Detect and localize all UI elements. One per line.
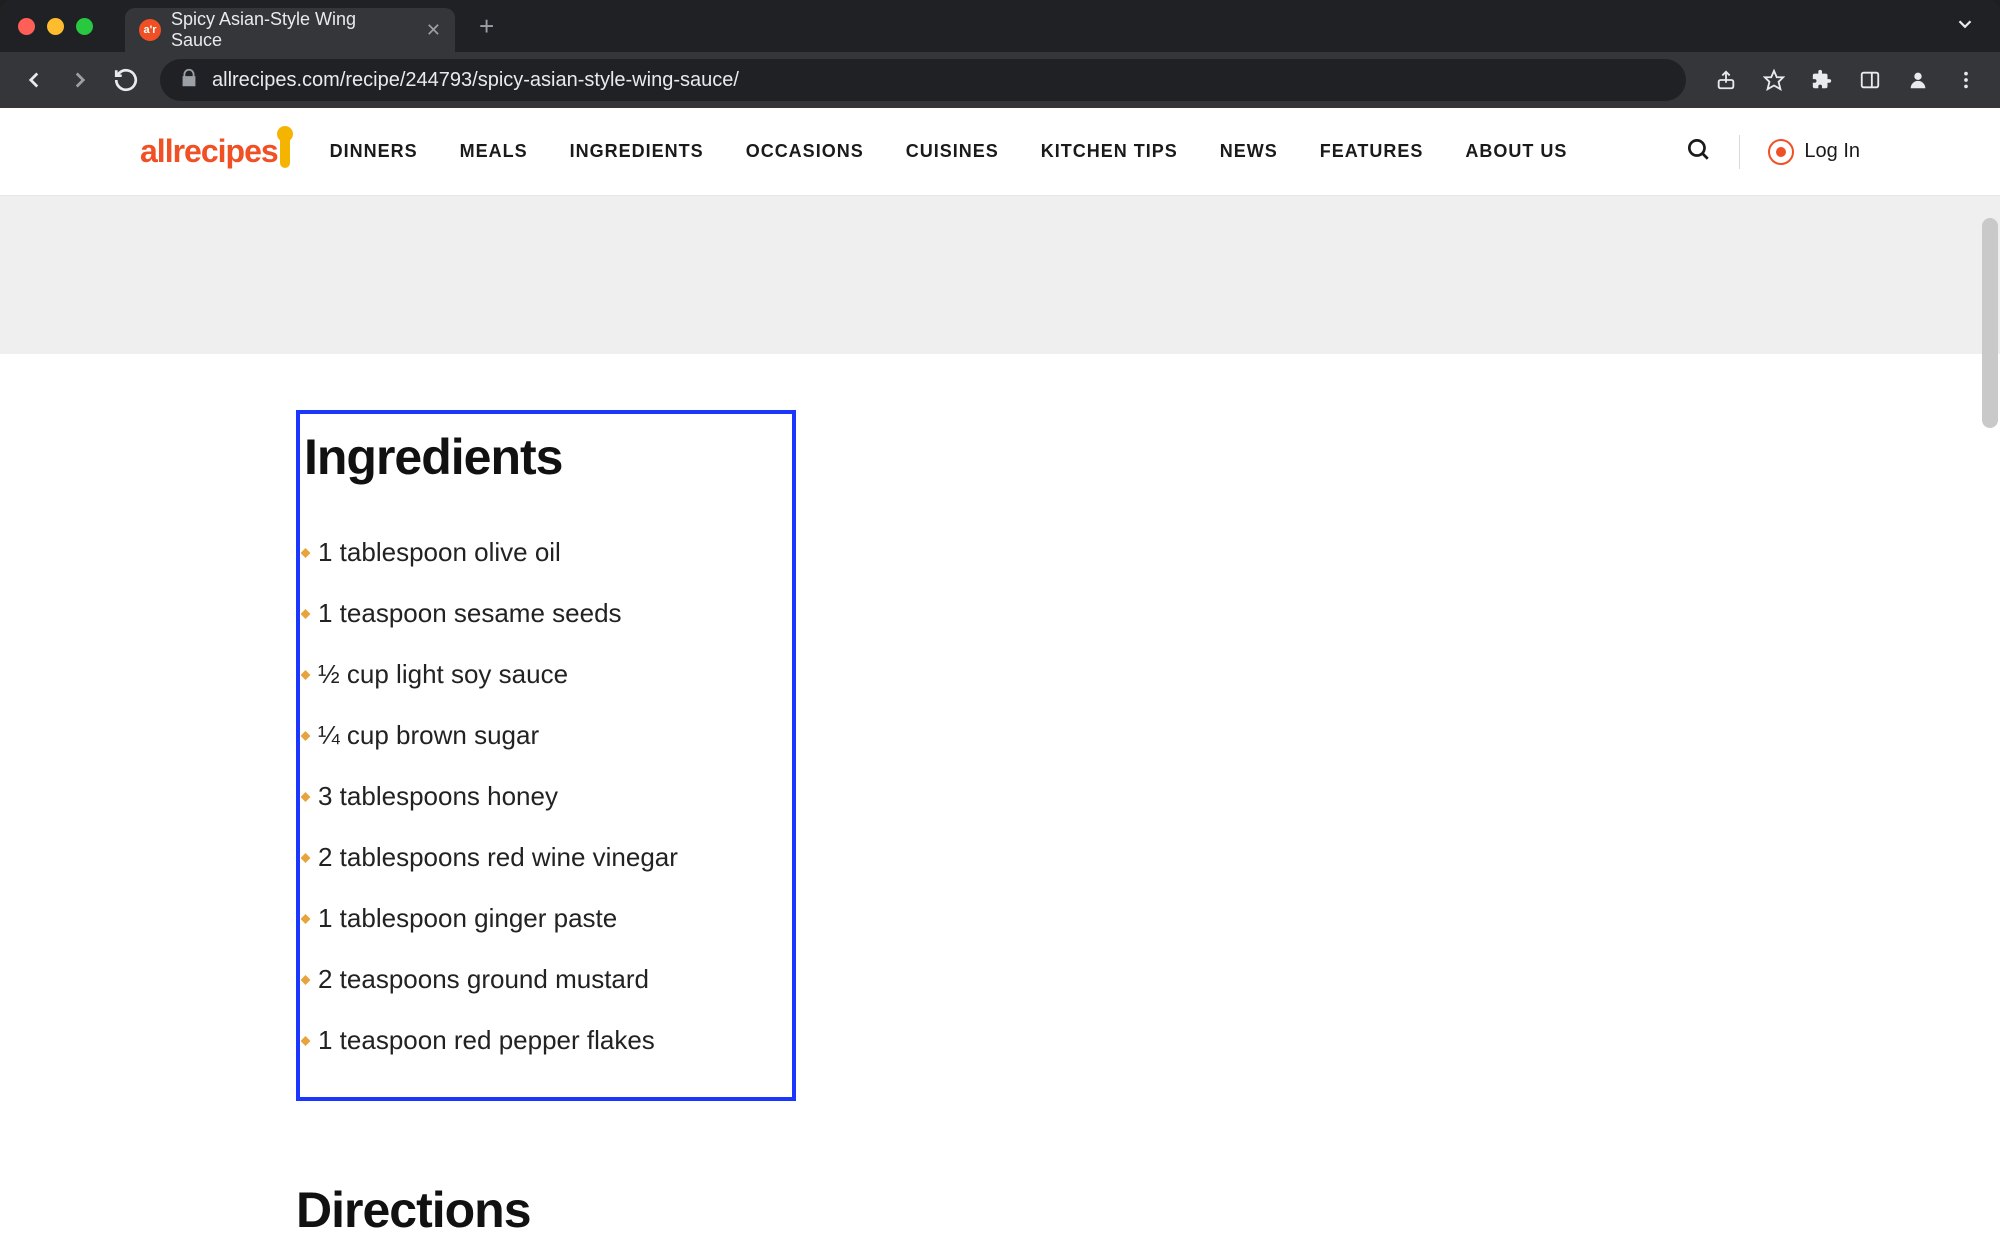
ingredients-list: 1 tablespoon olive oil 1 teaspoon sesame… — [300, 522, 792, 1071]
scrollbar-thumb[interactable] — [1982, 218, 1998, 428]
ingredients-highlight-box: Ingredients 1 tablespoon olive oil 1 tea… — [296, 410, 796, 1101]
list-item: 2 tablespoons red wine vinegar — [300, 827, 792, 888]
list-item: 1 teaspoon sesame seeds — [300, 583, 792, 644]
list-item: ½ cup light soy sauce — [300, 644, 792, 705]
list-item: ¼ cup brown sugar — [300, 705, 792, 766]
browser-chrome: a'r Spicy Asian-Style Wing Sauce ✕ + all… — [0, 0, 2000, 108]
list-item: 1 tablespoon ginger paste — [300, 888, 792, 949]
nav-news[interactable]: NEWS — [1220, 141, 1278, 162]
main-nav: DINNERS MEALS INGREDIENTS OCCASIONS CUIS… — [330, 141, 1646, 162]
page-viewport: allrecipes DINNERS MEALS INGREDIENTS OCC… — [0, 108, 2000, 1250]
window-fullscreen-button[interactable] — [76, 18, 93, 35]
nav-meals[interactable]: MEALS — [460, 141, 528, 162]
directions-heading: Directions — [296, 1181, 2000, 1239]
list-item: 1 teaspoon red pepper flakes — [300, 1010, 792, 1071]
nav-features[interactable]: FEATURES — [1320, 141, 1424, 162]
address-bar[interactable]: allrecipes.com/recipe/244793/spicy-asian… — [160, 59, 1686, 101]
reload-button[interactable] — [106, 60, 146, 100]
separator — [1739, 135, 1740, 169]
tab-close-button[interactable]: ✕ — [426, 20, 441, 41]
site-logo[interactable]: allrecipes — [140, 133, 290, 170]
toolbar-right-icons — [1706, 60, 1986, 100]
extensions-icon[interactable] — [1802, 60, 1842, 100]
list-item: 2 teaspoons ground mustard — [300, 949, 792, 1010]
tab-strip: a'r Spicy Asian-Style Wing Sauce ✕ + — [0, 0, 2000, 52]
bookmark-star-icon[interactable] — [1754, 60, 1794, 100]
browser-toolbar: allrecipes.com/recipe/244793/spicy-asian… — [0, 52, 2000, 108]
search-icon[interactable] — [1685, 136, 1711, 167]
share-icon[interactable] — [1706, 60, 1746, 100]
lock-icon — [178, 67, 200, 94]
window-close-button[interactable] — [18, 18, 35, 35]
favicon-icon: a'r — [139, 19, 161, 41]
recipe-content: Ingredients 1 tablespoon olive oil 1 tea… — [0, 354, 2000, 1239]
back-button[interactable] — [14, 60, 54, 100]
tab-title: Spicy Asian-Style Wing Sauce — [171, 9, 412, 51]
kebab-menu-icon[interactable] — [1946, 60, 1986, 100]
list-item: 1 tablespoon olive oil — [300, 522, 792, 583]
side-panel-icon[interactable] — [1850, 60, 1890, 100]
nav-ingredients[interactable]: INGREDIENTS — [570, 141, 704, 162]
new-tab-button[interactable]: + — [479, 11, 494, 42]
login-button[interactable]: Log In — [1768, 139, 1860, 165]
window-minimize-button[interactable] — [47, 18, 64, 35]
nav-occasions[interactable]: OCCASIONS — [746, 141, 864, 162]
logo-text: allrecipes — [140, 133, 278, 170]
nav-kitchen-tips[interactable]: KITCHEN TIPS — [1041, 141, 1178, 162]
window-controls — [18, 18, 93, 35]
url-text: allrecipes.com/recipe/244793/spicy-asian… — [212, 69, 739, 92]
forward-button[interactable] — [60, 60, 100, 100]
nav-dinners[interactable]: DINNERS — [330, 141, 418, 162]
list-item: 3 tablespoons honey — [300, 766, 792, 827]
nav-cuisines[interactable]: CUISINES — [906, 141, 999, 162]
site-header: allrecipes DINNERS MEALS INGREDIENTS OCC… — [0, 108, 2000, 196]
login-label: Log In — [1804, 140, 1860, 163]
ad-banner-area — [0, 196, 2000, 354]
browser-tab[interactable]: a'r Spicy Asian-Style Wing Sauce ✕ — [125, 8, 455, 52]
user-icon — [1768, 139, 1794, 165]
profile-icon[interactable] — [1898, 60, 1938, 100]
ingredients-heading: Ingredients — [300, 428, 792, 486]
logo-spoon-icon — [280, 134, 290, 168]
header-right: Log In — [1685, 135, 1860, 169]
nav-about-us[interactable]: ABOUT US — [1465, 141, 1567, 162]
tabs-menu-button[interactable] — [1954, 13, 1976, 40]
